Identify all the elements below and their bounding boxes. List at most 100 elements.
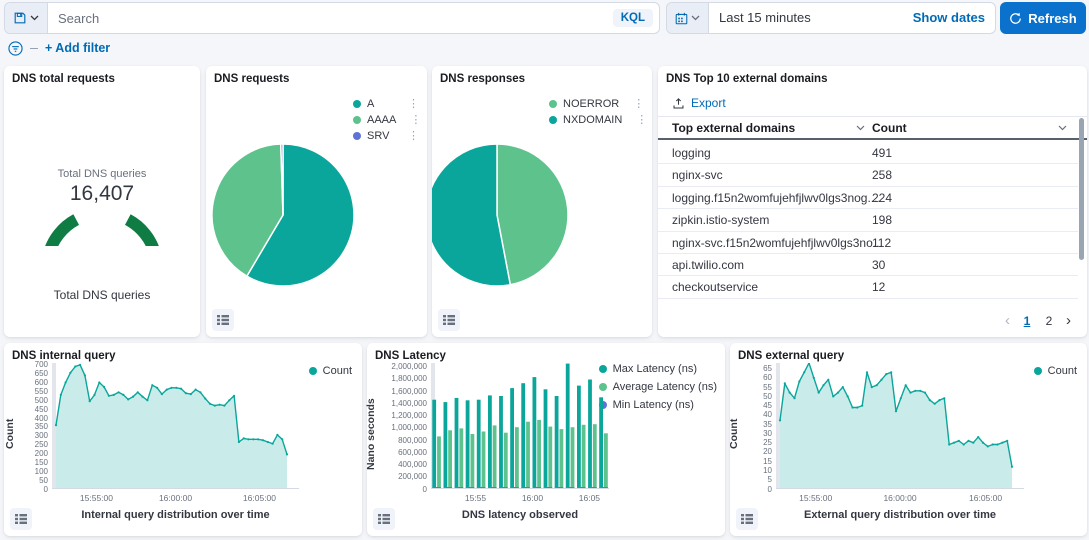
- pie-chart[interactable]: [432, 66, 652, 337]
- legend-toggle-button[interactable]: [736, 508, 758, 530]
- sort-chevron-icon[interactable]: [1058, 125, 1067, 131]
- pagination-page-1[interactable]: 1: [1018, 312, 1036, 330]
- y-tick-label: 5: [768, 475, 772, 484]
- y-tick-label: 65: [763, 364, 772, 373]
- kql-language-button[interactable]: KQL: [613, 9, 653, 27]
- table-row[interactable]: zipkin.istio-system198: [658, 209, 1078, 231]
- refresh-button[interactable]: Refresh: [1000, 2, 1086, 34]
- legend-toggle-button[interactable]: [373, 508, 395, 530]
- cell-count: 12: [872, 280, 885, 294]
- refresh-icon: [1009, 12, 1022, 25]
- y-axis-label: Nano seconds: [365, 398, 377, 470]
- panel-dns-latency: DNS Latency Max Latency (ns) Average Late…: [367, 343, 725, 536]
- y-tick-label: 150: [35, 458, 48, 467]
- list-icon: [377, 512, 391, 526]
- legend-item[interactable]: Min Latency (ns): [599, 397, 717, 412]
- filter-bar: + Add filter: [8, 38, 110, 58]
- gauge-center-label: Total DNS queries: [4, 168, 200, 180]
- column-header-count[interactable]: Count: [872, 121, 907, 135]
- chart-legend: Count: [309, 363, 352, 378]
- quick-select-menu-button[interactable]: [667, 3, 709, 33]
- legend-item[interactable]: Max Latency (ns): [599, 361, 717, 376]
- x-tick-label: 16:00:00: [159, 493, 192, 503]
- cell-domain: nginx-svc: [672, 168, 723, 182]
- search-input[interactable]: [48, 3, 613, 33]
- legend-dot: [1034, 367, 1042, 375]
- cell-count: 491: [872, 146, 892, 160]
- export-button[interactable]: Export: [672, 96, 726, 110]
- add-filter-button[interactable]: + Add filter: [45, 41, 110, 55]
- list-icon: [216, 313, 230, 327]
- table-row[interactable]: nginx-svc.f15n2womfujehfjlwv0lgs3no...11…: [658, 232, 1078, 254]
- y-tick-label: 2,000,000: [391, 362, 427, 371]
- table-scrollbar[interactable]: [1079, 118, 1084, 260]
- legend-toggle-button[interactable]: [212, 309, 234, 331]
- table-header: Top external domains Count: [658, 116, 1087, 140]
- legend-item[interactable]: Count: [1034, 363, 1077, 378]
- legend-toggle-button[interactable]: [10, 508, 32, 530]
- legend-label: Min Latency (ns): [613, 399, 694, 411]
- cell-domain: api.twilio.com: [672, 258, 744, 272]
- y-tick-label: 20: [763, 447, 772, 456]
- pagination-prev-icon[interactable]: ‹: [1001, 312, 1014, 330]
- column-header-domains[interactable]: Top external domains: [672, 121, 795, 135]
- cell-domain: logging.f15n2womfujehfjlwv0lgs3nog....: [672, 191, 881, 205]
- table-row[interactable]: logging491: [658, 142, 1078, 164]
- sort-chevron-icon[interactable]: [856, 125, 865, 131]
- area-chart[interactable]: [776, 363, 1024, 489]
- table-row[interactable]: checkoutservice 12: [658, 276, 1078, 298]
- saved-query-menu-button[interactable]: [5, 3, 48, 33]
- bar-chart[interactable]: [431, 363, 609, 489]
- y-tick-label: 35: [763, 420, 772, 429]
- y-tick-label: 1,600,000: [391, 387, 427, 396]
- y-tick-label: 100: [35, 467, 48, 476]
- y-tick-label: 450: [35, 405, 48, 414]
- y-axis-label: Count: [4, 419, 16, 449]
- y-axis-ticks: 0501001502002503003504004505005506006507…: [16, 363, 48, 489]
- filter-icon[interactable]: [8, 41, 23, 56]
- y-tick-label: 200,000: [398, 472, 427, 481]
- x-axis-title: External query distribution over time: [776, 509, 1024, 521]
- panel-dns-internal-query: DNS internal query Count Count 050100150…: [4, 343, 362, 536]
- panel-dns-total-requests: DNS total requests Total DNS queries 16,…: [4, 66, 200, 337]
- area-chart[interactable]: [52, 363, 299, 489]
- time-range-value[interactable]: Last 15 minutes: [709, 3, 913, 33]
- panel-dns-responses: DNS responses NOERROR⋮NXDOMAIN⋮: [432, 66, 652, 337]
- panel-title[interactable]: DNS Latency: [375, 350, 446, 362]
- y-tick-label: 45: [763, 401, 772, 410]
- pagination-next-icon[interactable]: ›: [1062, 312, 1075, 330]
- y-tick-label: 700: [35, 360, 48, 369]
- pie-chart[interactable]: [206, 66, 427, 337]
- legend-dot: [309, 367, 317, 375]
- legend-item[interactable]: Average Latency (ns): [599, 379, 717, 394]
- panel-title[interactable]: DNS internal query: [12, 350, 116, 362]
- gauge-bottom-label: Total DNS queries: [4, 288, 200, 302]
- legend-toggle-button[interactable]: [438, 309, 460, 331]
- cell-count: 224: [872, 191, 892, 205]
- x-tick-label: 16:05: [579, 493, 600, 503]
- pagination-page-2[interactable]: 2: [1040, 312, 1058, 330]
- chart-legend: Count: [1034, 363, 1077, 378]
- panel-dns-external-query: DNS external query Count Count 051015202…: [730, 343, 1087, 536]
- y-tick-label: 500: [35, 396, 48, 405]
- legend-item[interactable]: Count: [309, 363, 352, 378]
- y-tick-label: 0: [423, 485, 427, 494]
- panel-title[interactable]: DNS external query: [738, 350, 844, 362]
- export-label: Export: [691, 96, 726, 110]
- show-dates-button[interactable]: Show dates: [913, 3, 985, 33]
- list-icon: [442, 313, 456, 327]
- y-tick-label: 40: [763, 410, 772, 419]
- cell-domain: checkoutservice: [672, 280, 758, 294]
- y-tick-label: 250: [35, 440, 48, 449]
- y-tick-label: 550: [35, 387, 48, 396]
- panel-title[interactable]: DNS Top 10 external domains: [666, 73, 827, 85]
- y-tick-label: 1,400,000: [391, 399, 427, 408]
- y-tick-label: 1,800,000: [391, 374, 427, 383]
- table-row[interactable]: api.twilio.com30: [658, 254, 1078, 276]
- table-row[interactable]: nginx-svc258: [658, 164, 1078, 186]
- export-icon: [672, 97, 685, 110]
- y-tick-label: 200: [35, 449, 48, 458]
- save-icon: [13, 11, 27, 25]
- legend-label: Average Latency (ns): [613, 381, 717, 393]
- table-row[interactable]: logging.f15n2womfujehfjlwv0lgs3nog....22…: [658, 187, 1078, 209]
